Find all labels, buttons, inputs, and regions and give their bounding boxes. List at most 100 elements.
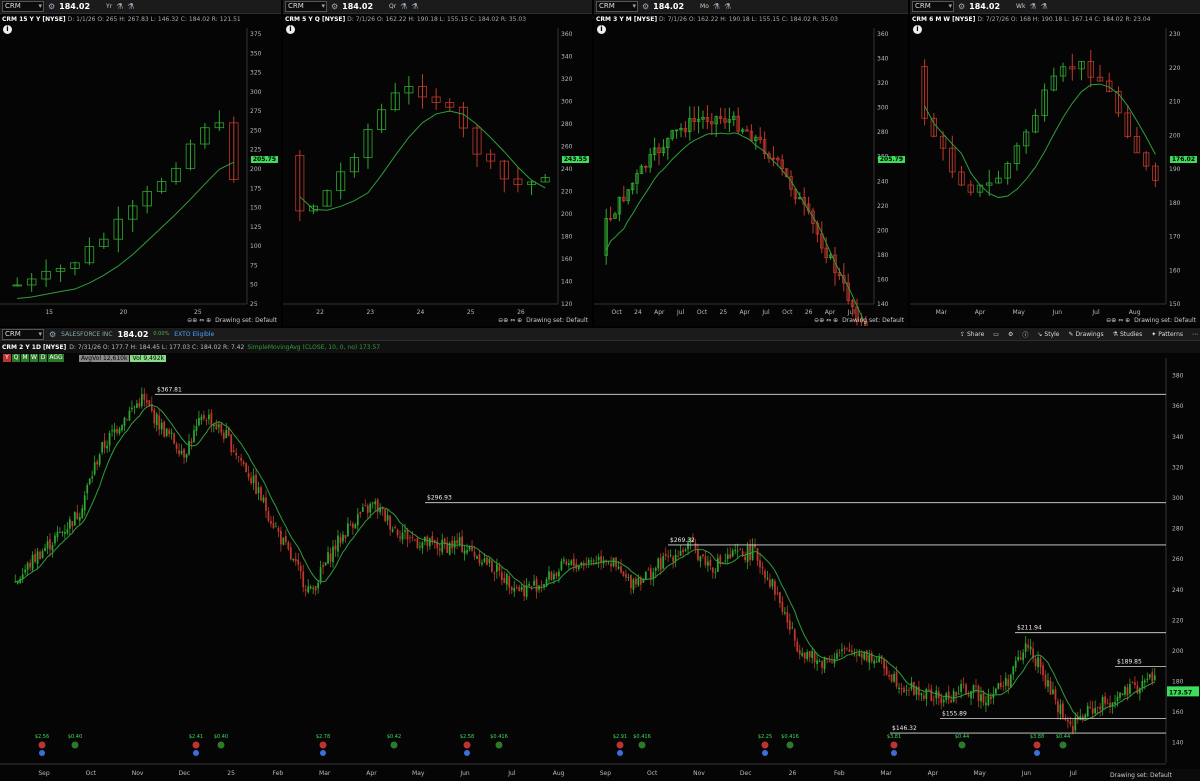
x-tick-label: Feb: [834, 770, 845, 777]
candle-body: [848, 649, 851, 652]
candle-body: [962, 684, 965, 685]
candle-body: [175, 444, 178, 449]
candle-body: [766, 578, 769, 580]
price-level-label: $367.81: [157, 386, 182, 393]
zoom-icon[interactable]: ⊖⊕ ⇔ ⊕: [1106, 317, 1130, 324]
earnings-marker-icon[interactable]: [192, 741, 200, 749]
candle-body: [570, 560, 573, 565]
candle-body: [895, 672, 898, 687]
candle-body: [1086, 705, 1089, 717]
y-tick-label: 375: [250, 31, 262, 38]
dividend-marker-icon[interactable]: [1034, 750, 1040, 756]
candle-body: [319, 567, 322, 583]
ma-price-badge: 176.02: [1169, 155, 1197, 163]
candle-body: [217, 424, 220, 428]
drawing-set[interactable]: Drawing set: Default: [215, 317, 277, 324]
candle-body: [1114, 701, 1116, 705]
y-tick-label: 160: [1172, 709, 1184, 716]
main-chart-svg[interactable]: 380 360 340 320 300 280 260 240 220 200 180 160 140 S…: [0, 328, 1200, 781]
candle-body: [441, 539, 444, 553]
candle-body: [885, 666, 888, 675]
earnings-marker-icon[interactable]: [463, 741, 471, 749]
candle-body: [774, 581, 776, 595]
drawing-set[interactable]: Drawing set: Default: [842, 317, 904, 324]
dividend-marker-icon[interactable]: [39, 750, 45, 756]
candle-body: [453, 540, 456, 548]
candle-body: [942, 699, 945, 703]
earnings-marker-icon[interactable]: [71, 741, 79, 749]
panel-chart-svg[interactable]: 360 340 320 300 280 260 240 220 200 180 160 140 120 2…: [283, 0, 592, 326]
x-tick-label: Dec: [179, 770, 191, 777]
y-tick-label: 340: [1172, 434, 1184, 441]
earnings-marker-icon[interactable]: [1033, 741, 1041, 749]
y-tick-label: 320: [877, 80, 889, 87]
earnings-marker-icon[interactable]: [638, 741, 646, 749]
candle-body: [1042, 665, 1044, 676]
y-tick-label: 360: [1172, 403, 1184, 410]
dividend-marker-icon[interactable]: [762, 750, 768, 756]
candle-body: [823, 656, 826, 670]
dividend-marker-icon[interactable]: [320, 750, 326, 756]
earnings-label: $0.416: [490, 734, 508, 740]
y-tick-label: 200: [1169, 132, 1181, 139]
candle-body: [1148, 674, 1151, 678]
candle-body: [1129, 684, 1131, 694]
candle-body: [749, 544, 751, 560]
earnings-marker-icon[interactable]: [1059, 741, 1067, 749]
panel-chart-svg[interactable]: 375 350 325 300 275 250 225 200 175 150 125 100 75 50…: [0, 0, 281, 326]
candle-body: [667, 555, 670, 557]
candle-body: [416, 538, 419, 549]
x-tick-label: Oct: [782, 309, 793, 316]
earnings-marker-icon[interactable]: [890, 741, 898, 749]
earnings-marker-icon[interactable]: [958, 741, 966, 749]
candle-body: [1074, 717, 1077, 731]
y-tick-label: 220: [561, 189, 573, 196]
candle-body: [96, 461, 99, 465]
drawing-set[interactable]: Drawing set: Default: [1134, 317, 1196, 324]
panel-chart-svg[interactable]: 230 220 210 200 190 180 170 160 150 Mar Apr May Jun J…: [910, 0, 1200, 326]
dividend-marker-icon[interactable]: [193, 750, 199, 756]
earnings-marker-icon[interactable]: [761, 741, 769, 749]
main-drawing-set[interactable]: Drawing set: Default: [1110, 772, 1172, 779]
candle-body: [644, 571, 647, 580]
zoom-icon[interactable]: ⊖⊕ ⇔ ⊕: [498, 317, 522, 324]
candle-body: [520, 587, 523, 591]
x-tick-label: Nov: [132, 770, 144, 777]
moving-average-line: [924, 83, 1156, 199]
zoom-icon[interactable]: ⊖⊕ ⇔ ⊕: [814, 317, 838, 324]
dividend-marker-icon[interactable]: [891, 750, 897, 756]
earnings-marker-icon[interactable]: [390, 741, 398, 749]
candle-body: [729, 554, 732, 559]
candle-body: [1024, 643, 1027, 652]
candle-body: [118, 428, 121, 434]
candle-body: [39, 551, 41, 560]
x-tick-label: Apr: [739, 309, 750, 316]
x-tick-label: Jun: [1021, 770, 1032, 777]
dividend-marker-icon[interactable]: [617, 750, 623, 756]
candle-body: [1101, 696, 1104, 710]
earnings-marker-icon[interactable]: [786, 741, 794, 749]
candle-body: [232, 450, 235, 452]
candle-body: [61, 531, 64, 533]
candle-body: [888, 675, 890, 677]
x-tick-label: 25: [720, 309, 728, 316]
drawing-set[interactable]: Drawing set: Default: [526, 317, 588, 324]
earnings-marker-icon[interactable]: [319, 741, 327, 749]
earnings-marker-icon[interactable]: [616, 741, 624, 749]
y-tick-label: 100: [250, 243, 262, 250]
zoom-icon[interactable]: ⊖⊕ ⇔ ⊕: [187, 317, 211, 324]
candle-body: [947, 691, 950, 700]
candle-body: [136, 403, 138, 408]
candle-body: [841, 649, 843, 651]
y-tick-label: 180: [1169, 200, 1181, 207]
earnings-marker-icon[interactable]: [38, 741, 46, 749]
candle-body: [1099, 706, 1102, 710]
panel-chart-svg[interactable]: 360340320300280260240220200180160140Oct2…: [594, 0, 908, 326]
earnings-marker-icon[interactable]: [495, 741, 503, 749]
earnings-marker-icon[interactable]: [217, 741, 225, 749]
candle-body: [622, 571, 625, 576]
dividend-marker-icon[interactable]: [464, 750, 470, 756]
candle-body: [498, 566, 501, 571]
earnings-label: $0.44: [955, 734, 969, 740]
ma-price-badge: 205.75: [250, 155, 278, 163]
